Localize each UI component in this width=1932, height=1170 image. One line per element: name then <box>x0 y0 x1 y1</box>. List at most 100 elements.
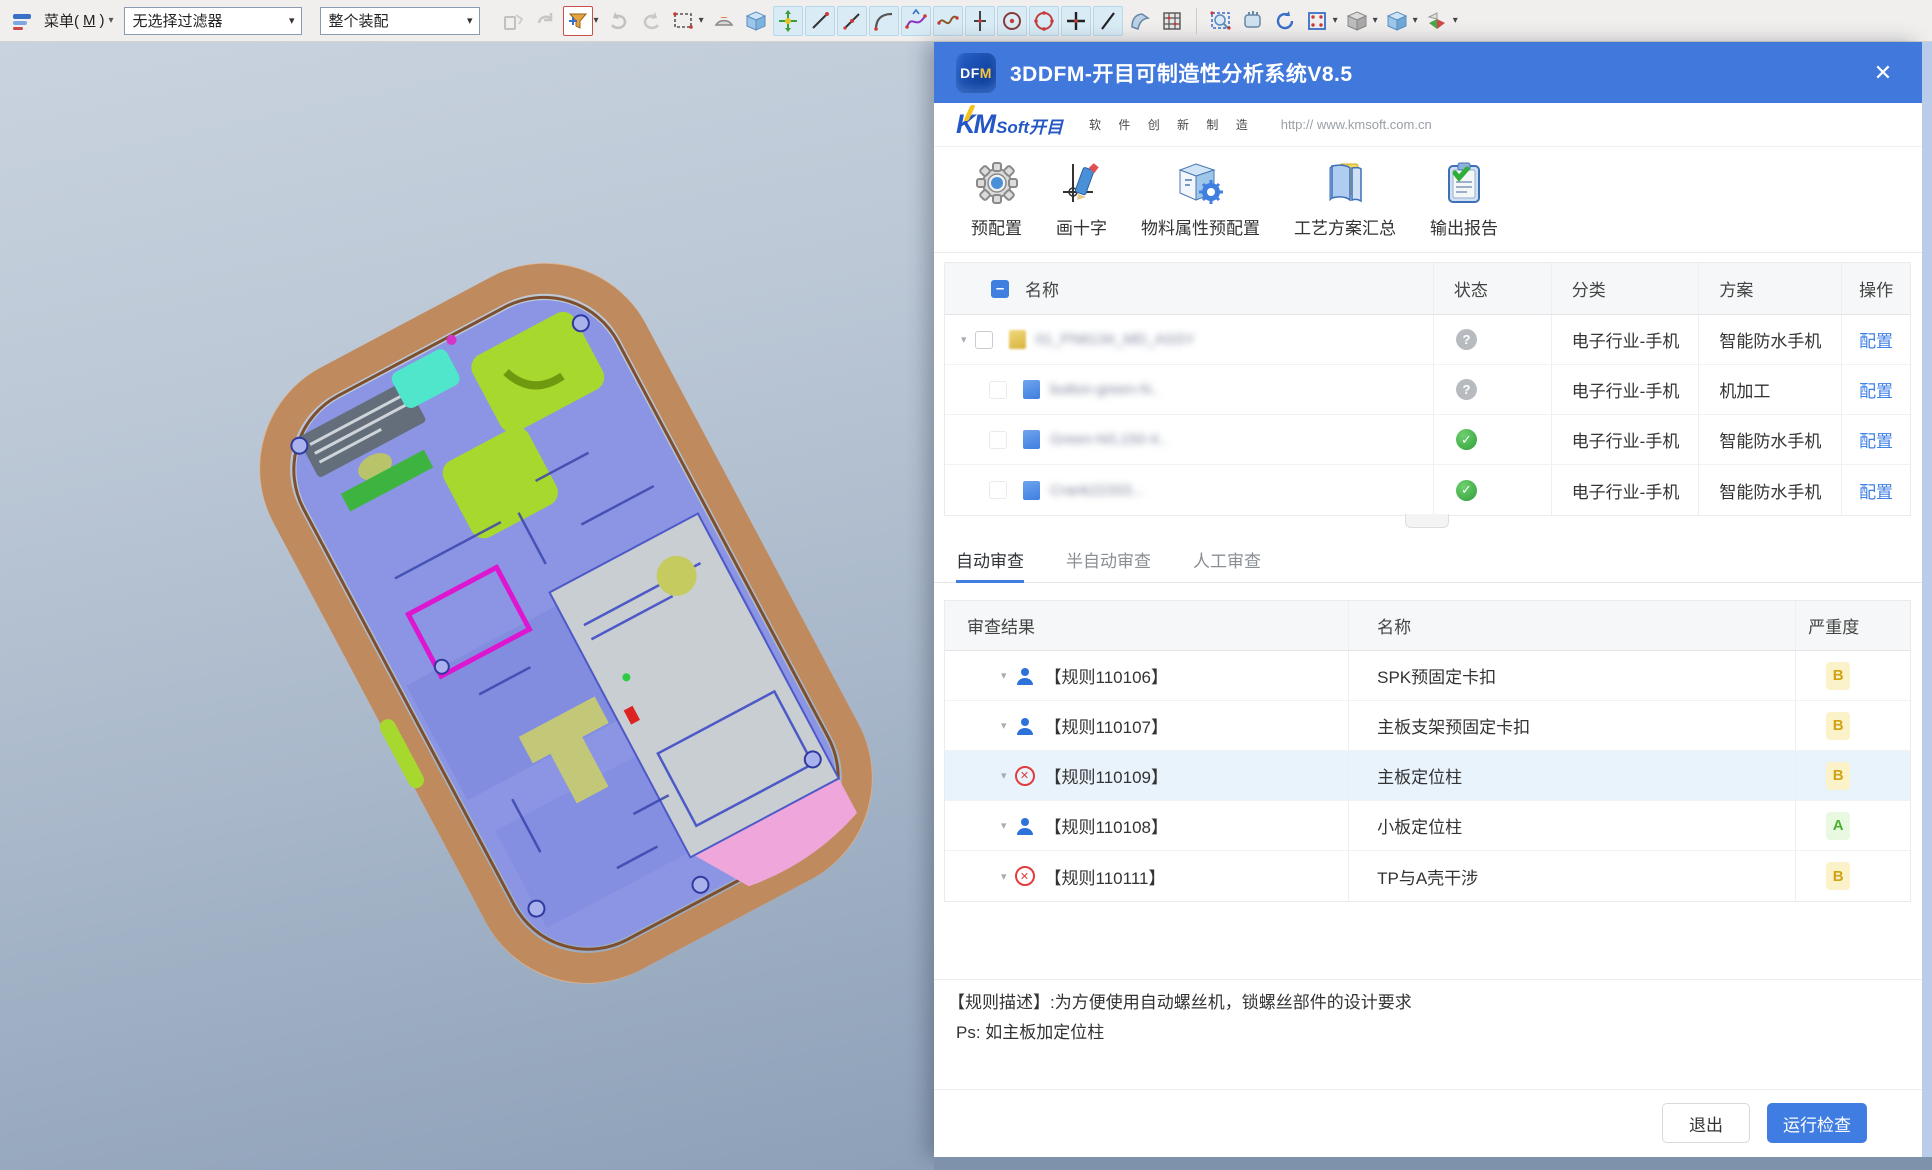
configure-link[interactable]: 配置 <box>1859 327 1893 352</box>
configure-link[interactable]: 配置 <box>1859 478 1893 503</box>
table-row[interactable]: Green-N/L150-4.. ✓ 电子行业-手机 智能防水手机 配置 <box>945 415 1910 465</box>
status-ok-icon: ✓ <box>1456 480 1477 501</box>
window-edge-right <box>1922 42 1932 1170</box>
expand-caret-icon[interactable]: ▾ <box>1001 719 1007 732</box>
part-name-blurred: Crank22333... <box>1050 482 1144 499</box>
row-checkbox[interactable] <box>989 481 1007 499</box>
assembly-part-icon <box>1009 330 1026 349</box>
selection-filter-dropdown[interactable]: 无选择过滤器 ▾ <box>124 7 302 35</box>
exit-button[interactable]: 退出 <box>1662 1103 1750 1143</box>
circle-nodes-icon[interactable] <box>1029 6 1059 36</box>
draw-cross-button[interactable]: 画十字 <box>1056 160 1107 239</box>
table-row[interactable]: button-green-N.. ? 电子行业-手机 机加工 配置 <box>945 365 1910 415</box>
process-plan-summary-button[interactable]: 工艺方案汇总 <box>1294 160 1396 239</box>
dfm-logo-icon: DFM <box>956 53 996 93</box>
chevron-down-icon[interactable]: ▾ <box>699 15 704 26</box>
app-window: 菜单(M) ▾ 无选择过滤器 ▾ 整个装配 ▾ ▾ ▾ <box>0 0 1932 1170</box>
chevron-down-icon[interactable]: ▾ <box>1333 15 1338 26</box>
tab-auto-review[interactable]: 自动审查 <box>956 536 1024 582</box>
assembly-constraints-icon[interactable] <box>499 6 529 36</box>
severity-badge: B <box>1826 762 1850 790</box>
status-unknown-icon: ? <box>1456 379 1477 400</box>
rectangle-select-icon[interactable] <box>668 6 698 36</box>
dfm-dialog: DFM 3DDFM-开目可制造性分析系统V8.5 ✕ KM Soft 开目 软 … <box>934 42 1922 1157</box>
window-edge-bottom <box>934 1157 1932 1170</box>
output-report-button[interactable]: 输出报告 <box>1430 160 1498 239</box>
fit-view-icon[interactable] <box>1302 6 1332 36</box>
line-tool-icon[interactable] <box>805 6 835 36</box>
render-style-icon[interactable] <box>1342 6 1372 36</box>
chevron-down-icon[interactable]: ▾ <box>1413 15 1418 26</box>
selection-filter-icon[interactable] <box>563 6 593 36</box>
result-row[interactable]: ▾ ✕ 【规则110111】 TP与A壳干涉 B <box>945 851 1910 901</box>
rotate-view-icon[interactable] <box>1270 6 1300 36</box>
move-component-icon[interactable] <box>531 6 561 36</box>
grid-face-icon[interactable] <box>1157 6 1187 36</box>
expand-caret-icon[interactable]: ▾ <box>1001 769 1007 782</box>
divider <box>934 1089 1922 1090</box>
chevron-down-icon: ▾ <box>289 14 295 27</box>
select-all-checkbox[interactable]: – <box>991 280 1009 298</box>
sketch-line-icon[interactable] <box>1093 6 1123 36</box>
rule-failed-icon: ✕ <box>1015 866 1035 886</box>
result-row[interactable]: ▾ 【规则110106】 SPK预固定卡扣 B <box>945 651 1910 701</box>
snap-point-icon[interactable] <box>709 6 739 36</box>
datum-cube-icon[interactable] <box>741 6 771 36</box>
table-row[interactable]: Crank22333... ✓ 电子行业-手机 智能防水手机 配置 <box>945 465 1910 515</box>
close-icon[interactable]: ✕ <box>1868 58 1898 88</box>
fillet-tool-icon[interactable] <box>869 6 899 36</box>
menu-button[interactable]: 菜单(M) ▾ <box>44 10 114 31</box>
part-name-blurred: 01_PN6134_MD_ASSY <box>1036 331 1195 348</box>
chevron-down-icon[interactable]: ▾ <box>1453 15 1458 26</box>
severity-badge: B <box>1826 862 1850 890</box>
severity-badge: B <box>1826 712 1850 740</box>
3d-viewport[interactable] <box>0 42 934 1170</box>
preconfig-button[interactable]: 预配置 <box>971 160 1022 239</box>
point-tool-icon[interactable] <box>1061 6 1091 36</box>
brand-url: http:// www.kmsoft.com.cn <box>1281 117 1432 132</box>
pan-icon[interactable] <box>1238 6 1268 36</box>
zoom-box-icon[interactable] <box>1206 6 1236 36</box>
dialog-titlebar[interactable]: DFM 3DDFM-开目可制造性分析系统V8.5 ✕ <box>934 42 1922 103</box>
row-checkbox[interactable] <box>975 331 993 349</box>
row-checkbox[interactable] <box>989 381 1007 399</box>
redo-icon[interactable] <box>636 6 666 36</box>
line-tool2-icon[interactable] <box>837 6 867 36</box>
expand-caret-icon[interactable]: ▾ <box>1001 870 1007 883</box>
rule-failed-icon: ✕ <box>1015 766 1035 786</box>
run-check-button[interactable]: 运行检查 <box>1767 1103 1867 1143</box>
row-checkbox[interactable] <box>989 431 1007 449</box>
result-row-selected[interactable]: ▾ ✕ 【规则110109】 主板定位柱 B <box>945 751 1910 801</box>
results-table-header: 审查结果 名称 严重度 <box>945 601 1910 651</box>
tab-semi-auto-review[interactable]: 半自动审查 <box>1066 536 1151 582</box>
app-menu-icon[interactable] <box>7 6 37 36</box>
severity-badge: B <box>1826 662 1850 690</box>
selection-scope-dropdown[interactable]: 整个装配 ▾ <box>320 7 480 35</box>
expand-caret-icon[interactable]: ▾ <box>961 333 967 346</box>
tab-manual-review[interactable]: 人工审查 <box>1193 536 1261 582</box>
expand-caret-icon[interactable]: ▾ <box>1001 819 1007 832</box>
report-check-icon <box>1441 160 1487 206</box>
axis-tool-icon[interactable] <box>965 6 995 36</box>
chevron-down-icon[interactable]: ▾ <box>1373 15 1378 26</box>
circle-center-icon[interactable] <box>997 6 1027 36</box>
result-row[interactable]: ▾ 【规则110107】 主板支架预固定卡扣 B <box>945 701 1910 751</box>
configure-link[interactable]: 配置 <box>1859 427 1893 452</box>
undo-icon[interactable] <box>604 6 634 36</box>
material-preconfig-button[interactable]: 物料属性预配置 <box>1141 160 1260 239</box>
chevron-down-icon[interactable]: ▾ <box>594 15 599 26</box>
shaded-view-icon[interactable] <box>1382 6 1412 36</box>
orient-view-icon[interactable] <box>1422 6 1452 36</box>
dynamic-move-icon[interactable] <box>773 6 803 36</box>
part-name-blurred: Green-N/L150-4.. <box>1050 431 1167 448</box>
collapse-handle[interactable] <box>1405 514 1449 528</box>
result-row[interactable]: ▾ 【规则110108】 小板定位柱 A <box>945 801 1910 851</box>
expand-caret-icon[interactable]: ▾ <box>1001 669 1007 682</box>
table-row[interactable]: ▾ 01_PN6134_MD_ASSY ? 电子行业-手机 智能防水手机 配置 <box>945 315 1910 365</box>
studio-spline-icon[interactable] <box>901 6 931 36</box>
configure-link[interactable]: 配置 <box>1859 377 1893 402</box>
status-ok-icon: ✓ <box>1456 429 1477 450</box>
dialog-title: 3DDFM-开目可制造性分析系统V8.5 <box>1010 58 1353 88</box>
sheet-body-icon[interactable] <box>1125 6 1155 36</box>
curve-tool-icon[interactable] <box>933 6 963 36</box>
